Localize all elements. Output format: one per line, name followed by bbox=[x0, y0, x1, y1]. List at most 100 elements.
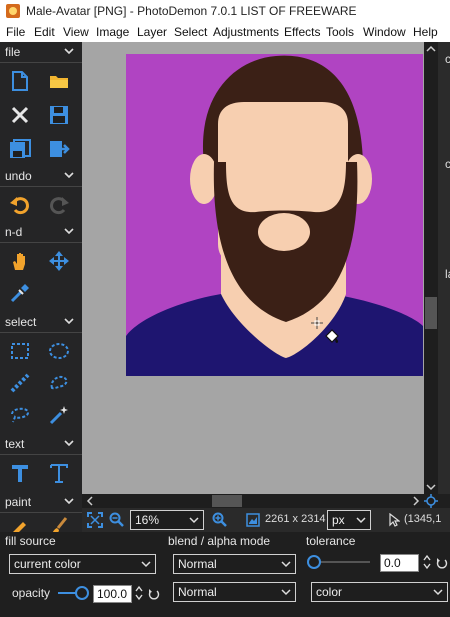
open-folder-icon[interactable] bbox=[48, 70, 70, 92]
line-select-icon[interactable] bbox=[9, 372, 31, 394]
save-icon[interactable] bbox=[48, 104, 70, 126]
fit-screen-icon[interactable] bbox=[87, 512, 103, 528]
unit-select[interactable]: px bbox=[327, 510, 371, 530]
hand-icon[interactable] bbox=[9, 250, 31, 272]
scroll-right-icon[interactable] bbox=[411, 494, 421, 508]
scroll-up-icon[interactable] bbox=[424, 44, 438, 54]
status-bar: 16% 2261 x 2314 px (1345,1 bbox=[82, 508, 450, 532]
chevron-down-icon bbox=[141, 561, 151, 568]
menu-adjustments[interactable]: Adjustments bbox=[213, 25, 279, 39]
navigator-icon[interactable] bbox=[424, 494, 438, 508]
alpha-mode-select[interactable]: Normal bbox=[173, 582, 296, 602]
menu-select[interactable]: Select bbox=[174, 25, 207, 39]
blend-mode-select[interactable]: Normal bbox=[173, 554, 296, 574]
color-picker-icon[interactable] bbox=[9, 282, 31, 304]
toolbox-section-select[interactable]: select bbox=[0, 312, 82, 333]
tolerance-label: tolerance bbox=[306, 534, 356, 548]
zoom-out-icon[interactable] bbox=[109, 512, 125, 528]
right-panel-label: c bbox=[445, 157, 450, 171]
photodemon-icon bbox=[6, 4, 20, 18]
chevron-down-icon[interactable] bbox=[63, 45, 75, 57]
undo-icon[interactable] bbox=[9, 194, 31, 216]
typography-icon[interactable] bbox=[48, 462, 70, 484]
save-all-icon[interactable] bbox=[9, 138, 31, 160]
magic-wand-icon[interactable] bbox=[48, 404, 70, 426]
right-panel-label: la bbox=[445, 267, 450, 281]
vertical-scrollbar[interactable] bbox=[424, 42, 438, 494]
chevron-down-icon[interactable] bbox=[63, 495, 75, 507]
opacity-slider-knob bbox=[75, 586, 89, 600]
zoom-value: 16% bbox=[135, 513, 160, 527]
fill-source-label: fill source bbox=[5, 534, 56, 548]
section-label: select bbox=[5, 315, 37, 329]
menu-tools[interactable]: Tools bbox=[326, 25, 354, 39]
toolbox-section-nd[interactable]: n-d bbox=[0, 222, 82, 243]
image-size-label: 2261 x 2314 bbox=[265, 513, 326, 525]
canvas-viewport[interactable] bbox=[82, 42, 424, 494]
avatar-image[interactable] bbox=[126, 54, 423, 376]
tolerance-input[interactable]: 0.0 bbox=[380, 554, 419, 572]
chevron-down-icon[interactable] bbox=[63, 225, 75, 237]
scrollbar-thumb[interactable] bbox=[425, 297, 437, 329]
lasso-select-icon[interactable] bbox=[48, 372, 70, 394]
tolerance-slider-knob bbox=[307, 555, 321, 569]
reset-icon[interactable] bbox=[436, 557, 448, 569]
compare-mode-value: color bbox=[316, 585, 343, 599]
scrollbar-thumb[interactable] bbox=[212, 495, 242, 507]
compare-mode-select[interactable]: color bbox=[311, 582, 448, 602]
fill-source-select[interactable]: current color bbox=[9, 554, 156, 574]
window-title: Male-Avatar [PNG] - PhotoDemon 7.0.1 LIS… bbox=[26, 4, 357, 18]
polygon-lasso-icon[interactable] bbox=[9, 404, 31, 426]
menu-layer[interactable]: Layer bbox=[137, 25, 167, 39]
pencil-icon[interactable] bbox=[9, 516, 31, 532]
right-panel-label: c bbox=[445, 52, 450, 66]
opacity-value: 100.0 bbox=[97, 587, 128, 601]
chevron-down-icon bbox=[281, 561, 291, 568]
spin-arrows-icon[interactable] bbox=[422, 554, 432, 570]
redo-icon[interactable] bbox=[48, 194, 70, 216]
chevron-down-icon[interactable] bbox=[63, 437, 75, 449]
rect-select-icon[interactable] bbox=[9, 340, 31, 362]
opacity-input[interactable]: 100.0 bbox=[93, 585, 132, 603]
menu-image[interactable]: Image bbox=[96, 25, 129, 39]
toolbox-section-paint[interactable]: paint bbox=[0, 492, 82, 513]
blend-mode-value: Normal bbox=[178, 557, 217, 571]
section-label: file bbox=[5, 45, 21, 59]
tool-options-panel: fill source current color opacity 100.0 … bbox=[0, 532, 450, 617]
toolbox-section-text[interactable]: text bbox=[0, 434, 82, 455]
right-panel: c c la bbox=[438, 42, 450, 494]
close-icon[interactable] bbox=[9, 104, 31, 126]
menu-effects[interactable]: Effects bbox=[284, 25, 320, 39]
export-icon[interactable] bbox=[48, 138, 70, 160]
fill-source-value: current color bbox=[14, 557, 81, 571]
horizontal-scrollbar[interactable] bbox=[82, 494, 424, 508]
move-icon[interactable] bbox=[48, 250, 70, 272]
unit-value: px bbox=[332, 513, 345, 527]
tolerance-slider[interactable] bbox=[306, 554, 372, 570]
section-label: text bbox=[5, 437, 25, 451]
scroll-left-icon[interactable] bbox=[85, 494, 95, 508]
menu-help[interactable]: Help bbox=[413, 25, 438, 39]
opacity-slider[interactable] bbox=[56, 585, 90, 601]
ellipse-select-icon[interactable] bbox=[48, 340, 70, 362]
brush-icon[interactable] bbox=[48, 516, 70, 532]
text-icon[interactable] bbox=[9, 462, 31, 484]
spin-arrows-icon[interactable] bbox=[134, 585, 144, 601]
mouth bbox=[258, 213, 310, 251]
alpha-mode-value: Normal bbox=[178, 585, 217, 599]
new-file-icon[interactable] bbox=[9, 70, 31, 92]
cursor-position-icon bbox=[389, 513, 400, 527]
chevron-down-icon[interactable] bbox=[63, 315, 75, 327]
menu-file[interactable]: File bbox=[6, 25, 25, 39]
zoom-in-icon[interactable] bbox=[212, 512, 228, 528]
toolbox-section-undo[interactable]: undo bbox=[0, 166, 82, 187]
blend-mode-label: blend / alpha mode bbox=[168, 534, 271, 548]
reset-icon[interactable] bbox=[148, 588, 160, 600]
zoom-select[interactable]: 16% bbox=[130, 510, 204, 530]
scroll-down-icon[interactable] bbox=[424, 482, 438, 492]
menu-edit[interactable]: Edit bbox=[34, 25, 55, 39]
chevron-down-icon[interactable] bbox=[63, 169, 75, 181]
menu-window[interactable]: Window bbox=[363, 25, 406, 39]
menu-view[interactable]: View bbox=[63, 25, 89, 39]
toolbox-section-file[interactable]: file bbox=[0, 42, 82, 63]
